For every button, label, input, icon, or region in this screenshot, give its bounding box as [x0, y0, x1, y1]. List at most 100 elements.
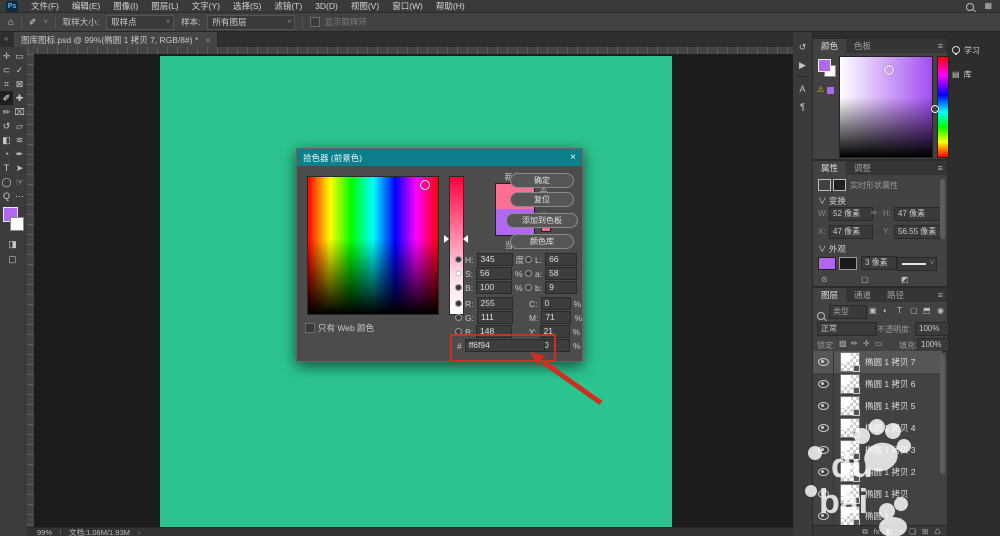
menu-image[interactable]: 图像(I) [113, 0, 138, 12]
stroke-width-field[interactable]: 3 像素 [861, 256, 897, 270]
b-input[interactable]: 100 [476, 281, 512, 294]
layer-thumbnail[interactable] [840, 374, 860, 394]
character-panel-icon[interactable]: A [793, 84, 812, 94]
gamut-color-chip[interactable] [827, 87, 834, 94]
visibility-eye-icon[interactable] [813, 395, 834, 417]
layer-thumbnail[interactable] [840, 440, 860, 460]
paragraph-panel-icon[interactable]: ¶ [793, 102, 812, 112]
web-only-checkbox-icon[interactable] [305, 323, 315, 333]
visibility-eye-icon[interactable] [813, 461, 834, 483]
visibility-eye-icon[interactable] [813, 373, 834, 395]
tab-color[interactable]: 颜色 [813, 39, 846, 53]
healing-brush-tool-icon[interactable]: ✚ [13, 91, 26, 105]
g-radio[interactable] [455, 314, 462, 321]
menu-layer[interactable]: 图层(L) [151, 0, 178, 12]
s-radio[interactable] [455, 270, 462, 277]
layer-thumbnail[interactable] [840, 484, 860, 504]
saturation-slider[interactable] [449, 176, 464, 315]
panel-menu-icon[interactable]: ≡ [934, 161, 947, 175]
layer-name[interactable]: 椭圆 1 拷贝 3 [865, 444, 916, 456]
panel-menu-icon[interactable]: ≡ [934, 39, 947, 53]
layer-name[interactable]: 椭圆 1 [865, 510, 889, 522]
menu-help[interactable]: 帮助(H) [436, 0, 465, 12]
marquee-tool-icon[interactable]: ▭ [13, 49, 26, 63]
hand-tool-icon[interactable]: ☞ [13, 175, 26, 189]
link-layers-icon[interactable]: ⧉ [862, 527, 867, 536]
stroke-cap-icon[interactable]: ▢ [861, 275, 869, 284]
home-icon[interactable]: ⌂ [8, 17, 14, 28]
new-layer-icon[interactable]: ⊞ [922, 527, 928, 536]
s-input[interactable]: 56 [476, 267, 512, 280]
b-radio[interactable] [455, 284, 462, 291]
screen-mode-icon[interactable]: ▢ [6, 252, 19, 266]
layer-name[interactable]: 椭圆 1 拷贝 4 [865, 422, 916, 434]
b2-input[interactable]: 148 [476, 325, 512, 338]
adjustment-layer-icon[interactable]: ◔ [899, 527, 904, 536]
color-field-marker[interactable] [884, 65, 894, 75]
gradient-tool-icon[interactable]: ◧ [0, 133, 13, 147]
menu-window[interactable]: 窗口(W) [392, 0, 423, 12]
frame-tool-icon[interactable]: ⊠ [13, 77, 26, 91]
add-mask-icon[interactable]: ◧ [886, 527, 893, 536]
lock-transparent-icon[interactable]: ▨ [839, 339, 847, 348]
y-input[interactable]: 21 [540, 325, 570, 338]
g-input[interactable]: 111 [477, 311, 513, 324]
visibility-eye-icon[interactable] [813, 505, 834, 525]
layer-effects-icon[interactable]: fx [874, 527, 880, 536]
layer-filter-dropdown[interactable]: 类型 [829, 305, 867, 319]
c-input[interactable]: 0 [541, 297, 571, 310]
a-input[interactable]: 58 [545, 267, 577, 280]
layer-thumbnail[interactable] [840, 506, 860, 525]
color-gradient-field[interactable] [307, 176, 439, 315]
tab-properties[interactable]: 属性 [813, 161, 846, 175]
lock-artboard-icon[interactable]: ▭ [875, 339, 883, 348]
layer-row[interactable]: 椭圆 1 拷贝 7 [813, 351, 942, 373]
menu-select[interactable]: 选择(S) [233, 0, 261, 12]
status-chevron-icon[interactable]: › [138, 528, 141, 536]
learn-panel-button[interactable]: 学习 [952, 42, 998, 58]
menu-view[interactable]: 视图(V) [351, 0, 379, 12]
properties-scrollbar[interactable] [940, 179, 945, 239]
layer-name[interactable]: 椭圆 1 拷贝 5 [865, 400, 916, 412]
zoom-tool-icon[interactable]: Q [0, 189, 13, 203]
actions-panel-icon[interactable]: ▶ [793, 60, 812, 71]
layer-thumbnail[interactable] [840, 462, 860, 482]
move-tool-icon[interactable]: ✛ [0, 49, 13, 63]
quick-select-tool-icon[interactable]: ✓ [13, 63, 26, 77]
hue-slider-marker[interactable] [931, 105, 939, 113]
search-icon[interactable] [966, 3, 974, 13]
lock-image-icon[interactable]: ✏ [851, 339, 858, 348]
b2-radio[interactable] [455, 328, 462, 335]
layer-row[interactable]: 椭圆 1 拷贝 2 [813, 461, 942, 483]
filter-smart-object-icon[interactable]: ⬒ [923, 306, 931, 315]
sample-size-dropdown[interactable]: 取样点 [106, 15, 174, 30]
blur-tool-icon[interactable]: ≋ [13, 133, 26, 147]
filter-toggle-icon[interactable]: ◉ [937, 306, 944, 315]
eyedropper-tool-icon[interactable]: ✐ [29, 17, 37, 28]
stroke-align-icon[interactable]: ⊙ [821, 275, 828, 284]
add-to-swatches-button[interactable]: 添加到色板 [506, 213, 578, 228]
panel-menu-icon[interactable]: ≡ [934, 288, 947, 302]
reset-button[interactable]: 复位 [510, 192, 574, 207]
visibility-eye-icon[interactable] [813, 439, 834, 461]
web-only-checkbox-row[interactable]: 只有 Web 颜色 [305, 321, 374, 334]
stroke-color-chip[interactable] [839, 257, 857, 270]
menu-3d[interactable]: 3D(D) [315, 1, 338, 11]
tab-swatches[interactable]: 色板 [846, 39, 879, 53]
more-tools-icon[interactable]: ⋯ [13, 189, 26, 203]
pen-tool-icon[interactable]: ✒ [13, 147, 26, 161]
stroke-corner-icon[interactable]: ◩ [901, 275, 909, 284]
h-radio[interactable] [455, 256, 462, 263]
layer-thumbnail[interactable] [840, 396, 860, 416]
collapse-tabs-icon[interactable]: « [4, 34, 8, 43]
width-field[interactable]: 52 像素 [829, 207, 873, 221]
gamut-warning-icon[interactable]: ⚠ [817, 85, 824, 94]
l-input[interactable]: 66 [545, 253, 577, 266]
dialog-close-icon[interactable]: × [570, 152, 576, 163]
libraries-panel-button[interactable]: ▤ 库 [952, 66, 998, 82]
h-input[interactable]: 345 [477, 253, 513, 266]
lock-position-icon[interactable]: ✛ [863, 339, 870, 348]
height-field[interactable]: 47 像素 [894, 207, 942, 221]
color-field-marker[interactable] [420, 180, 430, 190]
lab-b-input[interactable]: 9 [545, 281, 577, 294]
